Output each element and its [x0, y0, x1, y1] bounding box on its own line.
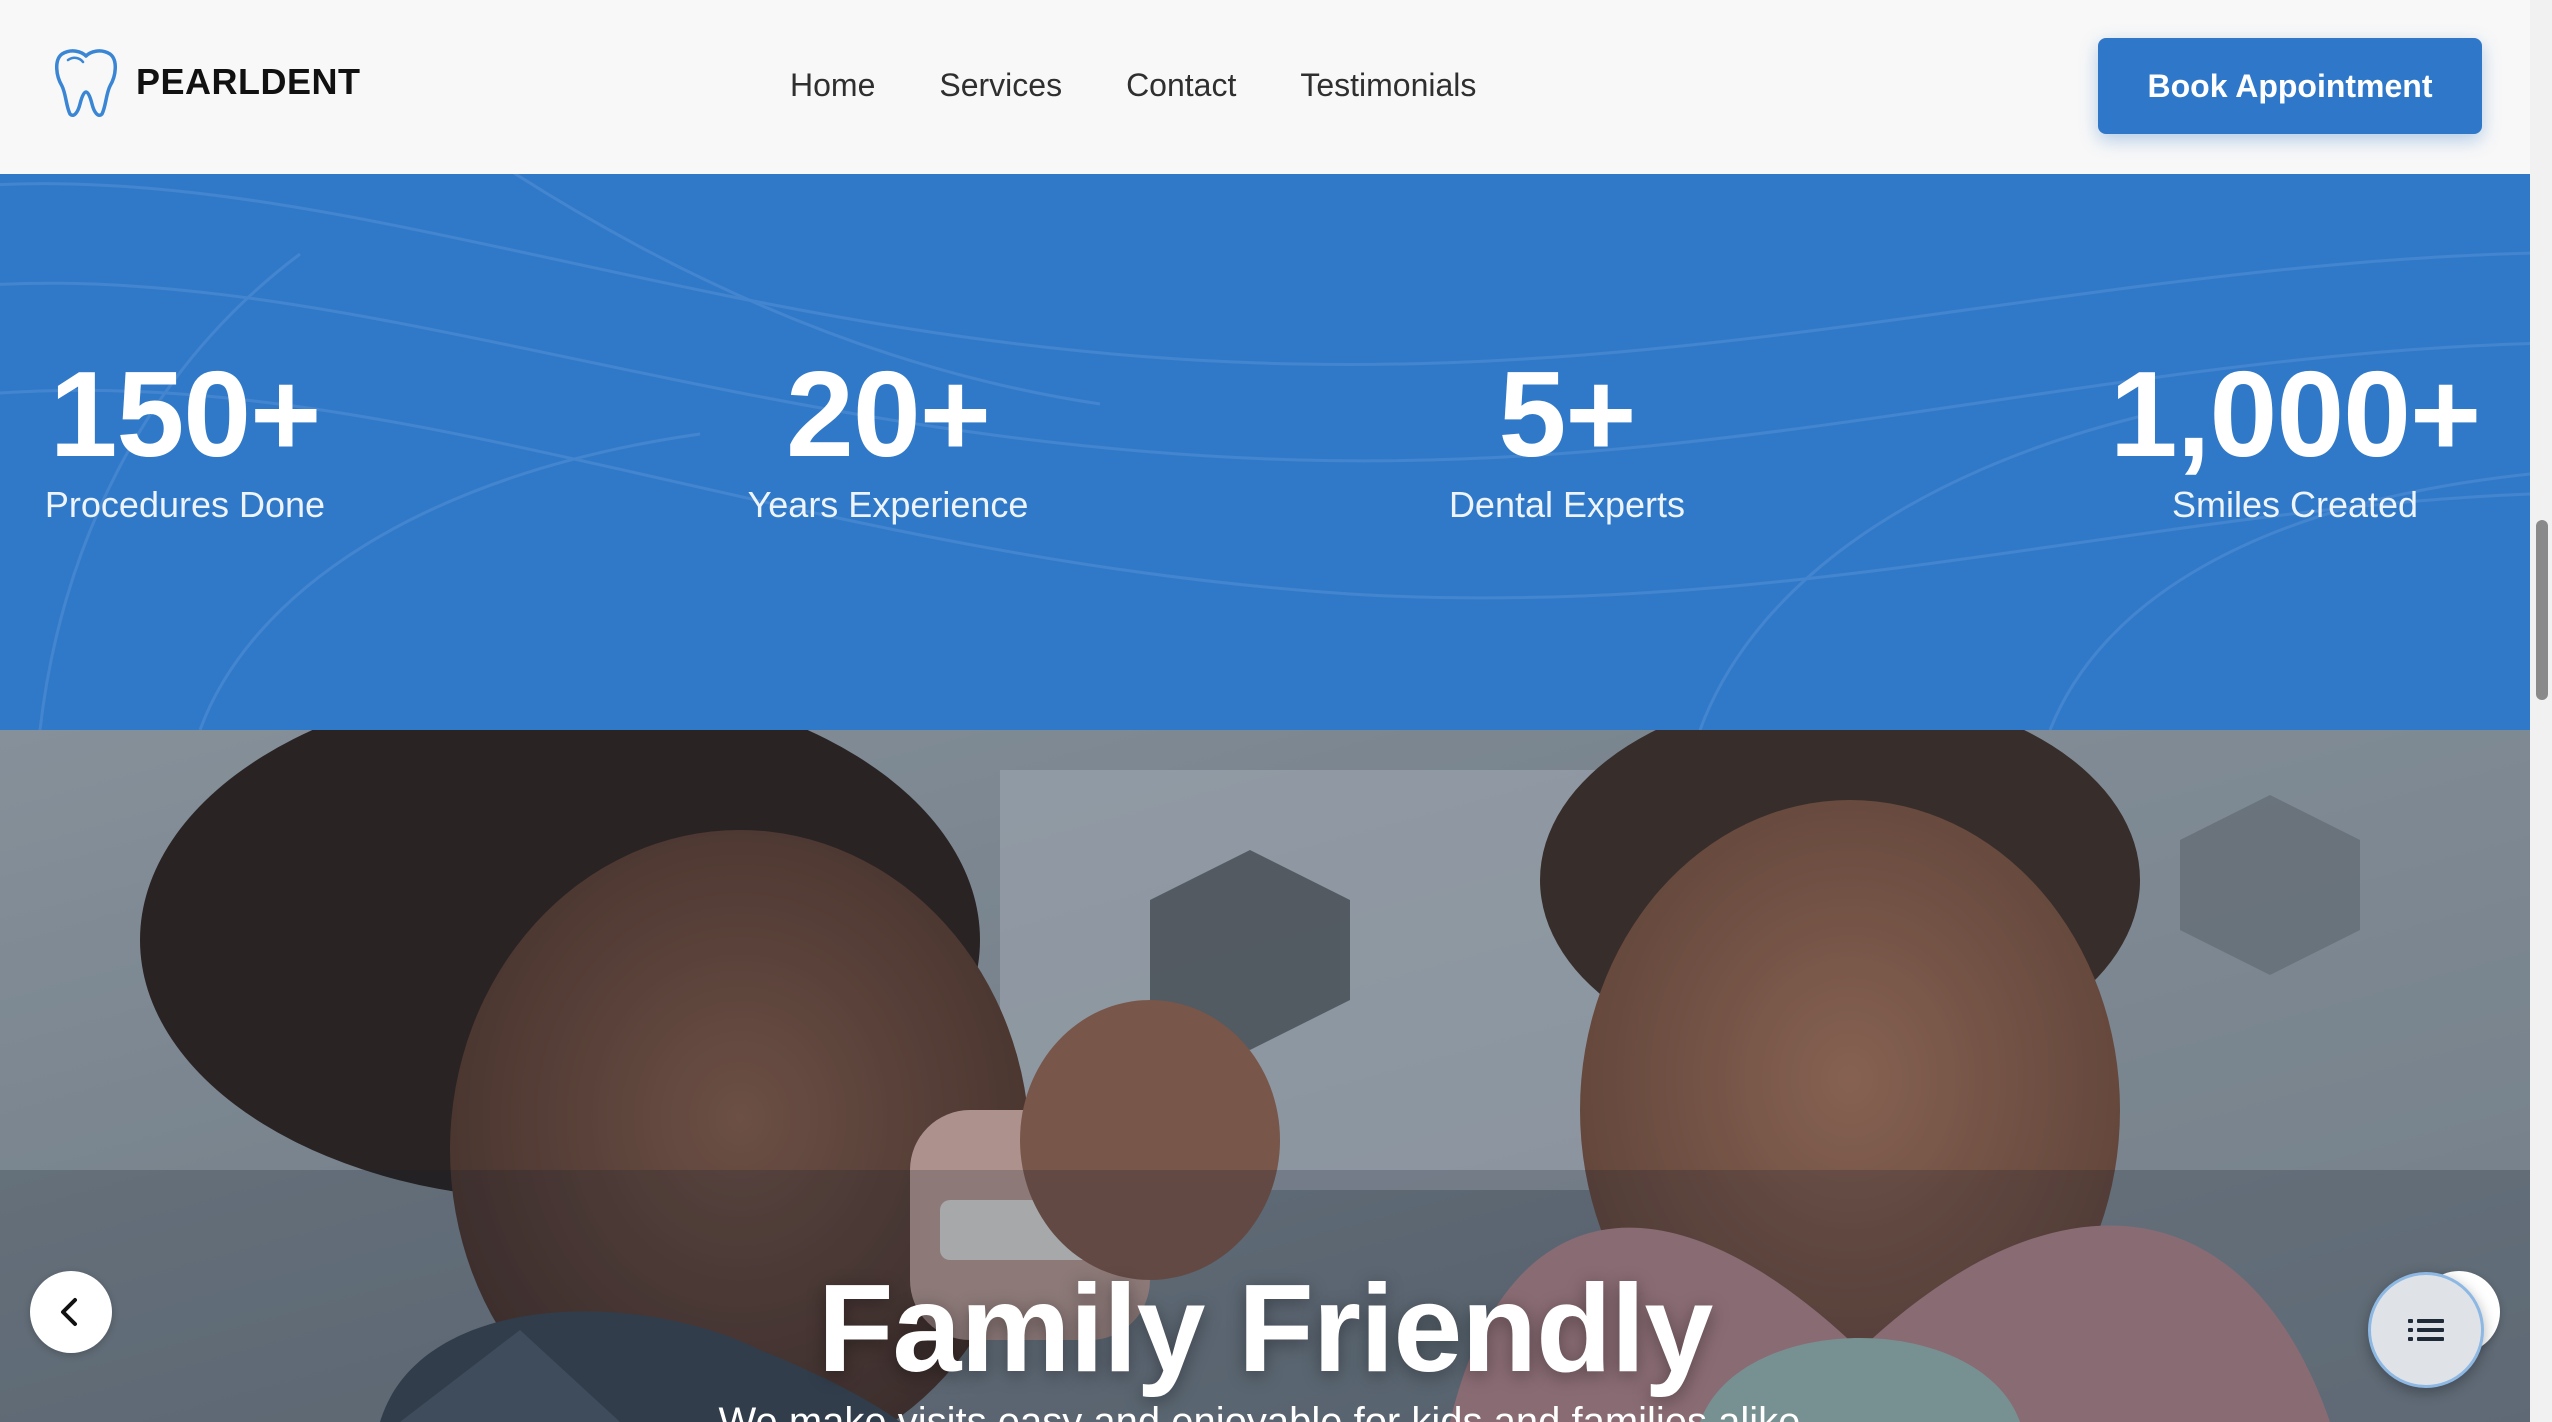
nav-home[interactable]: Home — [790, 60, 875, 110]
stat-value: 150+ — [49, 346, 322, 482]
stat-value: 5+ — [1498, 346, 1636, 482]
tooth-icon — [55, 49, 117, 117]
stat-value: 20+ — [786, 346, 991, 482]
page-scrollbar[interactable] — [2530, 0, 2552, 1422]
stat-value: 1,000+ — [2109, 346, 2482, 482]
stats-section: 150+ Procedures Done 20+ Years Experienc… — [0, 174, 2530, 730]
stat-experts: 5+ Dental Experts — [1442, 349, 1692, 529]
main-nav: Home Services Contact Testimonials — [790, 60, 1476, 110]
brand-name: PEARLDENT — [136, 61, 361, 102]
nav-testimonials[interactable]: Testimonials — [1300, 60, 1476, 110]
hero-carousel: Family Friendly We make visits easy and … — [0, 730, 2530, 1422]
chevron-left-icon — [61, 1298, 77, 1326]
stat-label: Smiles Created — [2171, 484, 2419, 525]
nav-services[interactable]: Services — [939, 60, 1062, 110]
hero-title: Family Friendly — [817, 1260, 1714, 1398]
stat-label: Procedures Done — [44, 484, 326, 525]
stat-procedures: 150+ Procedures Done — [30, 349, 340, 529]
site-header: PEARLDENT Home Services Contact Testimon… — [0, 0, 2530, 174]
list-icon — [2408, 1319, 2444, 1341]
hero-subtitle: We make visits easy and enjoyable for ki… — [718, 1400, 1812, 1422]
brand-logo[interactable]: PEARLDENT — [52, 46, 361, 118]
book-appointment-button[interactable]: Book Appointment — [2098, 38, 2482, 134]
stat-smiles: 1,000+ Smiles Created — [2100, 349, 2490, 529]
stat-label: Dental Experts — [1448, 484, 1686, 525]
stat-label: Years Experience — [747, 484, 1029, 525]
carousel-prev-button[interactable] — [30, 1271, 112, 1353]
stat-years: 20+ Years Experience — [738, 349, 1038, 529]
floating-menu-button[interactable] — [2368, 1272, 2484, 1388]
nav-contact[interactable]: Contact — [1126, 60, 1236, 110]
scrollbar-thumb[interactable] — [2536, 520, 2548, 700]
